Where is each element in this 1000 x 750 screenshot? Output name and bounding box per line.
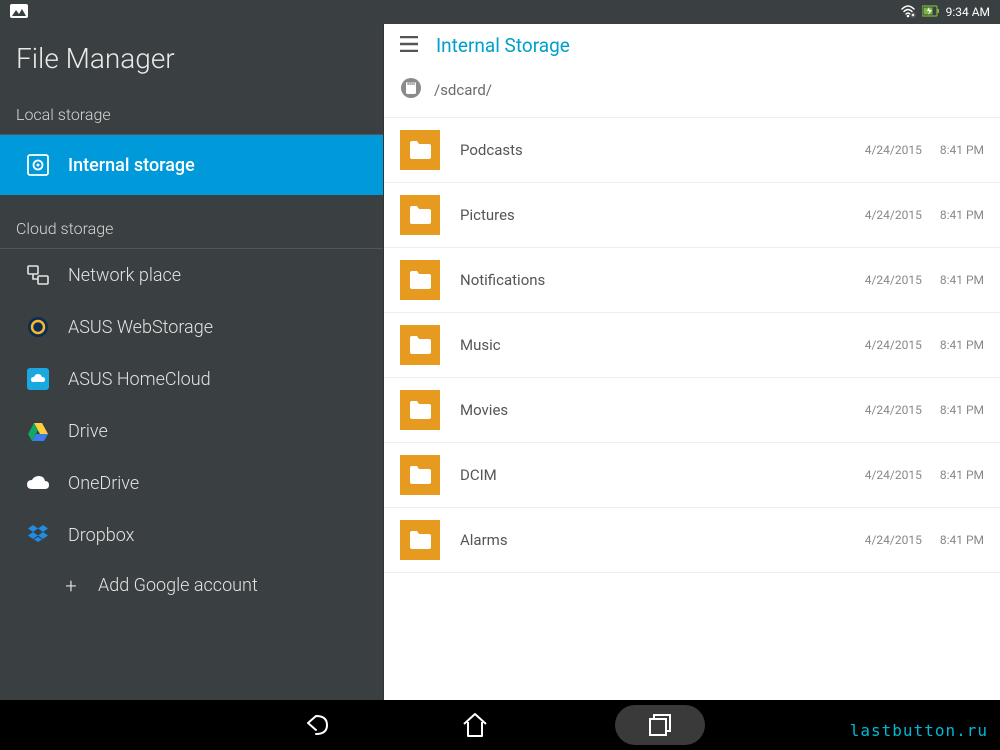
sidebar-item-label: Drive [68,421,108,442]
sidebar-item-label: Add Google account [98,575,258,596]
file-row[interactable]: DCIM4/24/2015 8:41 PM [384,443,1000,508]
wifi-icon [900,4,916,21]
status-bar: 9:34 AM [0,0,1000,24]
file-list: Podcasts4/24/20158:41 PMPictures4/24/201… [384,117,1000,700]
home-button[interactable] [455,705,495,745]
sidebar-item-onedrive[interactable]: OneDrive [0,457,383,509]
file-date: 4/24/2015 [865,338,922,352]
local-storage-label: Local storage [0,99,383,135]
file-name: Pictures [460,206,865,224]
file-name: Notifications [460,271,865,289]
folder-icon [400,130,440,170]
sidebar-item-internal-storage[interactable]: Internal storage [0,135,383,195]
file-date: 4/24/2015 [865,533,922,547]
folder-icon [400,455,440,495]
file-time: 8:41 PM [940,338,984,352]
onedrive-icon [26,471,50,495]
file-row[interactable]: Pictures4/24/2015 8:41 PM [384,183,1000,248]
file-time: 8:41 PM [940,533,984,547]
content-title: Internal Storage [436,34,570,57]
file-date: 4/24/2015 [865,403,922,417]
asus-homecloud-icon [26,367,50,391]
folder-icon [400,260,440,300]
recent-apps-button[interactable] [615,705,705,745]
sidebar-item-add-google[interactable]: + Add Google account [0,561,383,610]
sdcard-icon [400,77,422,103]
folder-icon [400,390,440,430]
app-title: File Manager [0,24,383,99]
sidebar: File Manager Local storage Internal stor… [0,24,383,700]
file-time: 8:41 PM [940,208,984,222]
file-time: 8:41 PM [940,403,984,417]
sidebar-item-label: OneDrive [68,473,139,494]
watermark: lastbutton.ru [850,721,988,740]
back-button[interactable] [295,705,335,745]
system-navbar: lastbutton.ru [0,700,1000,750]
file-name: DCIM [460,466,865,484]
network-icon [26,263,50,287]
file-name: Alarms [460,531,865,549]
plus-icon: + [62,577,80,595]
asus-webstorage-icon [26,315,50,339]
folder-icon [400,325,440,365]
file-row[interactable]: Notifications4/24/2015 8:41 PM [384,248,1000,313]
content-pane: Internal Storage /sdcard/ Podcasts4/24/2… [383,24,1000,700]
file-time: 8:41 PM [940,468,984,482]
file-row[interactable]: Music4/24/2015 8:41 PM [384,313,1000,378]
cloud-storage-label: Cloud storage [0,213,383,249]
sidebar-item-network-place[interactable]: Network place [0,249,383,301]
sidebar-item-asus-homecloud[interactable]: ASUS HomeCloud [0,353,383,405]
file-date: 4/24/2015 [865,273,922,287]
file-name: Movies [460,401,865,419]
path-text: /sdcard/ [434,81,492,99]
sidebar-item-label: ASUS HomeCloud [68,369,211,390]
file-name: Podcasts [460,141,865,159]
sidebar-item-label: Internal storage [68,155,195,176]
status-time: 9:34 AM [946,5,990,19]
file-date: 4/24/2015 [865,143,922,157]
sidebar-item-label: Dropbox [68,525,134,546]
sidebar-item-dropbox[interactable]: Dropbox [0,509,383,561]
file-time: 8:41 PM [940,143,984,157]
file-name: Music [460,336,865,354]
file-row[interactable]: Alarms4/24/2015 8:41 PM [384,508,1000,573]
file-time: 8:41 PM [940,273,984,287]
folder-icon [400,520,440,560]
breadcrumb[interactable]: /sdcard/ [384,67,1000,117]
file-date: 4/24/2015 [865,208,922,222]
internal-storage-icon [26,153,50,177]
hamburger-icon[interactable] [400,36,418,56]
google-drive-icon [26,419,50,443]
sidebar-item-asus-webstorage[interactable]: ASUS WebStorage [0,301,383,353]
sidebar-item-drive[interactable]: Drive [0,405,383,457]
sidebar-item-label: ASUS WebStorage [68,317,213,338]
file-row[interactable]: Movies4/24/2015 8:41 PM [384,378,1000,443]
battery-icon [922,5,940,20]
file-date: 4/24/2015 [865,468,922,482]
file-row[interactable]: Podcasts4/24/2015 8:41 PM [384,118,1000,183]
sidebar-item-label: Network place [68,265,181,286]
folder-icon [400,195,440,235]
dropbox-icon [26,523,50,547]
photo-icon [10,4,28,21]
